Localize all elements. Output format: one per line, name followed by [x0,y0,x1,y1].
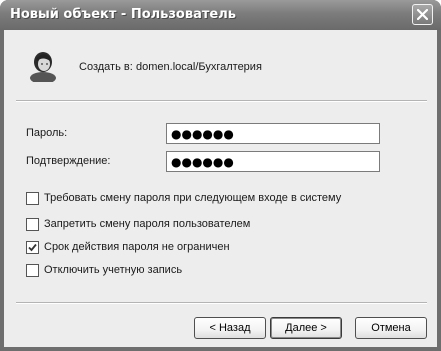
password-label: Пароль: [26,127,68,139]
separator-bottom [16,302,427,304]
checkbox[interactable] [26,218,39,231]
checkbox[interactable] [26,192,39,205]
checkbox[interactable] [26,264,39,277]
check-icon [28,243,37,252]
checkbox-label: Запретить смену пароля пользователем [44,218,251,230]
confirm-password-label: Подтверждение: [26,155,111,167]
dialog-body: Создать в: domen.local/Бухгалтерия Парол… [4,30,437,347]
close-button[interactable] [412,4,433,25]
checkbox-label: Срок действия пароля не ограничен [44,241,230,253]
checkbox-checked[interactable] [26,241,39,254]
next-button[interactable]: Далее > [270,317,342,339]
confirm-password-field[interactable]: ●●●●●● [166,151,380,172]
cancel-button[interactable]: Отмена [355,317,427,339]
back-button[interactable]: < Назад [194,317,266,339]
title-bar[interactable]: Новый объект - Пользователь [0,0,441,30]
dialog-window: Новый объект - Пользователь Создать в: d… [0,0,441,351]
user-icon [30,52,56,82]
create-in-label: Создать в: [79,61,133,73]
checkbox-label: Отключить учетную запись [44,264,183,276]
checkbox-label: Требовать смену пароля при следующем вхо… [44,192,342,204]
password-field[interactable]: ●●●●●● [166,123,380,144]
separator-top [16,100,427,102]
create-in-path: domen.local/Бухгалтерия [136,61,262,73]
close-icon [417,9,428,20]
window-title: Новый объект - Пользователь [10,7,236,22]
